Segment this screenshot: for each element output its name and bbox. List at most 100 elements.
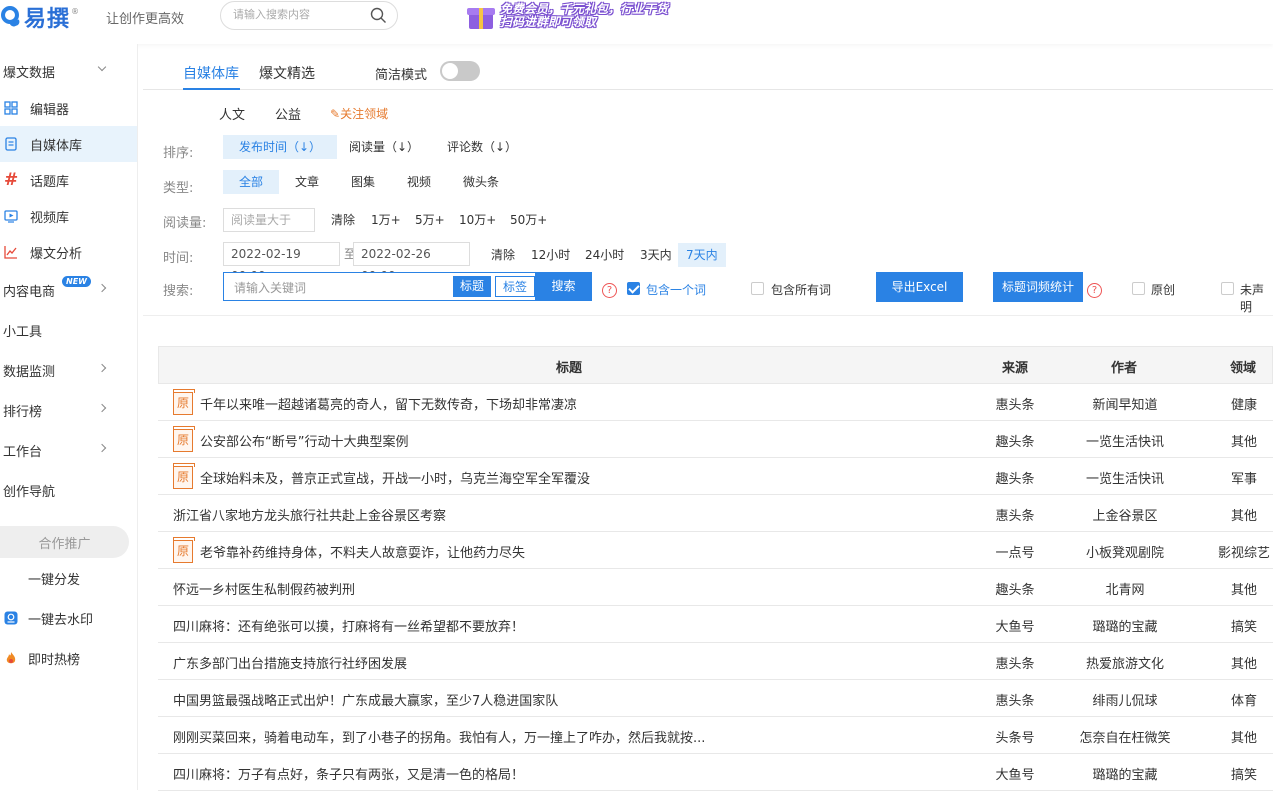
tab-hot-picks[interactable]: 爆文精选: [259, 63, 315, 83]
sidebar-item-media-library[interactable]: 自媒体库: [0, 126, 137, 162]
type-gallery[interactable]: 图集: [335, 170, 391, 194]
sidebar-item-navigation[interactable]: 创作导航: [0, 472, 137, 508]
table-row[interactable]: 浙江省八家地方龙头旅行社共赴上金谷景区考察 惠头条 上金谷景区 其他: [158, 495, 1273, 532]
table-row[interactable]: 四川麻将：万子有点好，条子只有两张，又是清一色的格局！ 大鱼号 璐璐的宝藏 搞笑: [158, 754, 1273, 791]
table-row[interactable]: 中国男篮最强战略正式出炉！广东成最大赢家，至少7人稳进国家队 惠头条 绯雨儿侃球 体育: [158, 680, 1273, 717]
sidebar-item-hot-data[interactable]: 爆文数据: [0, 53, 137, 89]
row-title-link[interactable]: 怀远一乡村医生私制假药被判刑: [173, 579, 355, 598]
read-clear[interactable]: 清除: [331, 208, 355, 232]
undeclared-checkbox[interactable]: [1221, 282, 1234, 295]
search-icon[interactable]: [370, 7, 387, 24]
sidebar-item-workbench[interactable]: 工作台: [0, 432, 137, 468]
read-100k[interactable]: 10万+: [459, 208, 496, 232]
time-start-input[interactable]: 2022-02-19 00:00: [223, 242, 340, 283]
time-3d[interactable]: 3天内: [640, 243, 672, 267]
global-search-input[interactable]: [233, 8, 363, 21]
contain-all-checkbox[interactable]: [751, 282, 764, 295]
row-author[interactable]: 北青网: [1105, 579, 1144, 598]
column-source[interactable]: 来源: [1002, 357, 1028, 376]
row-author[interactable]: 绯雨儿侃球: [1092, 690, 1157, 709]
column-author[interactable]: 作者: [1111, 357, 1137, 376]
row-author[interactable]: 新闻早知道: [1092, 394, 1157, 413]
type-article[interactable]: 文章: [279, 170, 335, 194]
row-title-link[interactable]: 广东多部门出台措施支持旅行社纾困发展: [173, 653, 407, 672]
follow-field-link[interactable]: ✎关注领域: [330, 105, 388, 122]
sort-comment-count[interactable]: 评论数（↓）: [431, 135, 533, 159]
contain-one-checkbox[interactable]: [627, 282, 640, 295]
category-humanities[interactable]: 人文: [219, 104, 245, 123]
row-title-link[interactable]: 全球始料未及，普京正式宣战，开战一小时，乌克兰海空军全军覆没: [200, 468, 590, 487]
row-title-link[interactable]: 四川麻将：万子有点好，条子只有两张，又是清一色的格局！: [173, 764, 524, 783]
table-row[interactable]: 刚刚买菜回来，骑着电动车，到了小巷子的拐角。我怕有人，万一撞上了咋办，然后我就按…: [158, 717, 1273, 754]
sidebar-item-tools[interactable]: 小工具: [0, 312, 137, 348]
sidebar-item-hot-list[interactable]: 即时热榜: [0, 640, 137, 676]
undeclared-label[interactable]: 未声明: [1240, 281, 1273, 315]
row-author[interactable]: 璐璐的宝藏: [1092, 616, 1157, 635]
time-12h[interactable]: 12小时: [531, 243, 570, 267]
search-button[interactable]: 搜索: [535, 272, 592, 301]
sidebar-item-monitoring[interactable]: 数据监测: [0, 352, 137, 388]
time-24h[interactable]: 24小时: [585, 243, 624, 267]
row-title-link[interactable]: 千年以来唯一超越诸葛亮的奇人，留下无数传奇，下场却非常凄凉: [200, 394, 577, 413]
table-row[interactable]: 原公安部公布“断号”行动十大典型案例 趣头条 一览生活快讯 其他: [158, 421, 1273, 458]
read-50k[interactable]: 5万+: [415, 208, 445, 232]
contain-all-label[interactable]: 包含所有词: [771, 281, 831, 298]
table-row[interactable]: 原千年以来唯一超越诸葛亮的奇人，留下无数传奇，下场却非常凄凉 惠头条 新闻早知道 健康: [158, 384, 1273, 421]
original-label[interactable]: 原创: [1151, 281, 1175, 298]
row-author[interactable]: 热爱旅游文化: [1086, 653, 1164, 672]
type-video[interactable]: 视频: [391, 170, 447, 194]
logo[interactable]: 易撰 ®: [0, 2, 79, 32]
sidebar-item-rankings[interactable]: 排行榜: [0, 392, 137, 428]
sidebar-item-analysis[interactable]: 爆文分析: [0, 234, 137, 270]
time-7d[interactable]: 7天内: [678, 243, 726, 267]
title-frequency-button[interactable]: 标题词频统计: [993, 272, 1083, 302]
search-scope-title[interactable]: 标题: [453, 276, 492, 297]
keyword-input[interactable]: 请输入关键词: [234, 279, 306, 296]
row-author[interactable]: 小板凳观剧院: [1086, 542, 1164, 561]
help-icon[interactable]: ?: [602, 283, 617, 298]
category-charity[interactable]: 公益: [275, 104, 301, 123]
row-author[interactable]: 一览生活快讯: [1086, 431, 1164, 450]
row-title-link[interactable]: 老爷靠补药维持身体，不料夫人故意耍诈，让他药力尽失: [200, 542, 525, 561]
sidebar-item-ecommerce[interactable]: 内容电商 NEW: [0, 272, 137, 308]
row-title-link[interactable]: 刚刚买菜回来，骑着电动车，到了小巷子的拐角。我怕有人，万一撞上了咋办，然后我就按…: [173, 727, 705, 746]
type-all[interactable]: 全部: [223, 170, 280, 194]
row-author[interactable]: 怎奈自在枉微笑: [1079, 727, 1170, 746]
column-title[interactable]: 标题: [556, 357, 582, 376]
table-row[interactable]: 原全球始料未及，普京正式宣战，开战一小时，乌克兰海空军全军覆没 趣头条 一览生活快讯…: [158, 458, 1273, 495]
table-row[interactable]: 原老爷靠补药维持身体，不料夫人故意耍诈，让他药力尽失 一点号 小板凳观剧院 影视综艺: [158, 532, 1273, 569]
column-field[interactable]: 领域: [1230, 357, 1256, 376]
sort-read-count[interactable]: 阅读量（↓）: [333, 135, 435, 159]
export-excel-button[interactable]: 导出Excel: [876, 272, 963, 302]
row-title-link[interactable]: 浙江省八家地方龙头旅行社共赴上金谷景区考察: [173, 505, 446, 524]
type-micro-post[interactable]: 微头条: [447, 170, 515, 194]
row-title-link[interactable]: 中国男篮最强战略正式出炉！广东成最大赢家，至少7人稳进国家队: [173, 690, 558, 709]
contain-one-label[interactable]: 包含一个词: [646, 281, 706, 298]
help-icon[interactable]: ?: [1087, 283, 1102, 298]
sidebar-item-topics[interactable]: # 话题库: [0, 162, 137, 198]
original-checkbox[interactable]: [1132, 282, 1145, 295]
read-10k[interactable]: 1万+: [371, 208, 401, 232]
cooperation-button[interactable]: 合作推广: [0, 526, 129, 558]
sidebar-item-watermark[interactable]: 一键去水印: [0, 600, 137, 636]
row-title-link[interactable]: 四川麻将：还有绝张可以摸，打麻将有一丝希望都不要放弃！: [173, 616, 524, 635]
read-count-input[interactable]: 阅读量大于: [223, 208, 315, 232]
table-row[interactable]: 怀远一乡村医生私制假药被判刑 趣头条 北青网 其他: [158, 569, 1273, 606]
row-author[interactable]: 上金谷景区: [1092, 505, 1157, 524]
search-scope-tag[interactable]: 标签: [495, 276, 536, 297]
sort-publish-time[interactable]: 发布时间（↓）: [223, 135, 338, 159]
sidebar-item-editor[interactable]: 编辑器: [0, 90, 137, 126]
sidebar-item-distribute[interactable]: 一键分发: [0, 560, 137, 596]
tab-media-library[interactable]: 自媒体库: [183, 63, 239, 83]
row-author[interactable]: 一览生活快讯: [1086, 468, 1164, 487]
time-clear[interactable]: 清除: [491, 243, 515, 267]
simple-mode-toggle[interactable]: [440, 61, 480, 81]
global-search[interactable]: [220, 1, 398, 30]
time-end-input[interactable]: 2022-02-26 00:00: [353, 242, 470, 283]
promo-banner[interactable]: 免费会员，千元礼包，行业干货 扫码进群即可领取: [466, 0, 668, 32]
row-title-link[interactable]: 公安部公布“断号”行动十大典型案例: [200, 431, 408, 450]
table-row[interactable]: 四川麻将：还有绝张可以摸，打麻将有一丝希望都不要放弃！ 大鱼号 璐璐的宝藏 搞笑: [158, 606, 1273, 643]
row-author[interactable]: 璐璐的宝藏: [1092, 764, 1157, 783]
table-row[interactable]: 广东多部门出台措施支持旅行社纾困发展 惠头条 热爱旅游文化 其他: [158, 643, 1273, 680]
sidebar-item-videos[interactable]: 视频库: [0, 198, 137, 234]
